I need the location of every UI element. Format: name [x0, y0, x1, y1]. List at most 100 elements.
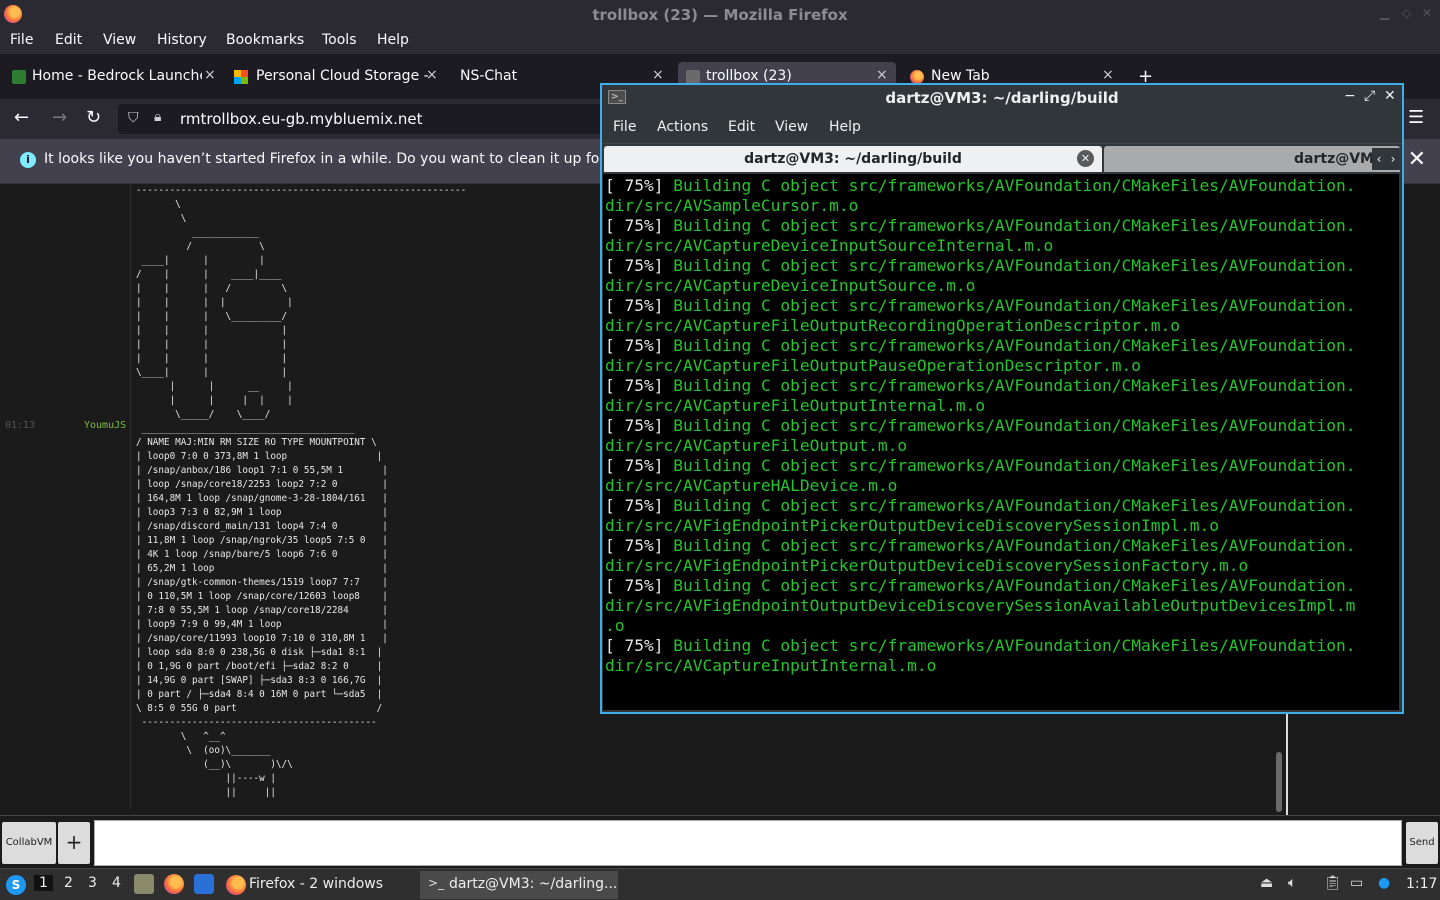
progress-prefix: [ 75%] [605, 256, 674, 275]
terminal-line: [ 75%] Building C object src/frameworks/… [605, 176, 1355, 196]
terminal-line: dir/src/AVCaptureDeviceInputSource.m.o [605, 276, 1355, 296]
tab-close-icon[interactable]: × [426, 67, 438, 83]
back-icon[interactable]: ← [14, 107, 29, 128]
tab-label: Personal Cloud Storage - [256, 68, 429, 84]
ascii-line: | loop0 7:0 0 373,8M 1 loop | [136, 451, 383, 462]
menu-edit[interactable]: Edit [55, 32, 82, 48]
terminal-minimize-icon[interactable]: − [1344, 88, 1356, 104]
notification-close-icon[interactable]: ✕ [1408, 147, 1426, 172]
tab-scroll-left-icon[interactable]: ‹ [1372, 148, 1386, 170]
workspace-3[interactable]: 3 [88, 875, 97, 891]
terminal-icon: >_ [428, 876, 445, 890]
terminal-tab-active[interactable]: dartz@VM3: ~/darling/build ✕ [604, 146, 1102, 172]
terminal-menu-view[interactable]: View [775, 119, 808, 135]
menu-help[interactable]: Help [377, 32, 409, 48]
firefox-icon [226, 875, 246, 895]
collabvm-button[interactable]: CollabVM [2, 822, 56, 864]
terminal-menu-edit[interactable]: Edit [728, 119, 755, 135]
ascii-line: | 4K 1 loop /snap/bare/5 loop6 7:6 0 | [136, 549, 388, 560]
workspace-4[interactable]: 4 [112, 875, 121, 891]
terminal-output[interactable]: [ 75%] Building C object src/frameworks/… [603, 174, 1399, 710]
build-message: Building C object src/frameworks/AVFound… [673, 576, 1356, 595]
tab-close-icon[interactable]: × [876, 67, 888, 83]
task-firefox[interactable]: Firefox - 2 windows [222, 871, 412, 899]
build-message: dir/src/AVSampleCursor.m.o [605, 196, 859, 215]
ascii-art-message: ----------------------------------------… [136, 184, 466, 800]
chat-input[interactable] [94, 820, 1402, 866]
volume-icon[interactable]: 🔈︎ [1288, 875, 1296, 891]
ascii-line: | | | | | [136, 297, 293, 308]
workspace-1[interactable]: 1 [34, 875, 53, 891]
chat-scrollbar[interactable] [1276, 752, 1282, 812]
ascii-line: \ 8:5 0 55G 0 part / [136, 703, 383, 714]
file-manager-icon[interactable] [134, 874, 154, 894]
build-message: Building C object src/frameworks/AVFound… [673, 256, 1356, 275]
tab-close-icon[interactable]: × [204, 67, 216, 83]
ascii-line: ____| | | [136, 255, 265, 266]
tab-personal-cloud[interactable]: Personal Cloud Storage - × [228, 62, 442, 92]
workspace-2[interactable]: 2 [64, 875, 73, 891]
minimize-icon[interactable]: ▁ [1380, 6, 1389, 20]
close-icon[interactable]: ✕ [1422, 6, 1432, 20]
menu-view[interactable]: View [103, 32, 136, 48]
progress-prefix: [ 75%] [605, 416, 674, 435]
ascii-line: | 164,8M 1 loop /snap/gnome-3-28-1804/16… [136, 493, 388, 504]
build-message: Building C object src/frameworks/AVFound… [673, 376, 1356, 395]
terminal-line: dir/src/AVCaptureDeviceInputSourceIntern… [605, 236, 1355, 256]
start-menu-icon[interactable]: S [6, 875, 26, 895]
terminal-line: dir/src/AVCaptureHALDevice.m.o [605, 476, 1355, 496]
terminal-line: [ 75%] Building C object src/frameworks/… [605, 376, 1355, 396]
terminal-maximize-icon[interactable]: ⤢ [1364, 88, 1375, 104]
tracking-shield-icon[interactable]: ⛉ [128, 110, 139, 126]
ascii-line: | loop3 7:3 0 82,9M 1 loop | [136, 507, 388, 518]
task-terminal[interactable]: >_ dartz@VM3: ~/darling... [420, 871, 618, 899]
progress-prefix: [ 75%] [605, 176, 674, 195]
hamburger-menu-icon[interactable]: ☰ [1408, 107, 1424, 128]
tray-lock-icon[interactable]: ⏏ [1260, 875, 1273, 891]
tab-close-icon[interactable]: × [1102, 67, 1114, 83]
terminal-menubar: File Actions Edit View Help [602, 111, 1402, 144]
terminal-tab-label: dartz@VM3: ~/darling/build [744, 151, 962, 167]
notifications-icon[interactable]: ● [1378, 875, 1390, 891]
build-message: Building C object src/frameworks/AVFound… [673, 496, 1356, 515]
build-message: dir/src/AVCaptureFileOutput.m.o [605, 436, 908, 455]
tab-home-bedrock[interactable]: Home - Bedrock Launche × [6, 62, 220, 92]
ascii-line: | 65,2M 1 loop | [136, 563, 388, 574]
message-nick[interactable]: YoumuJS [84, 420, 126, 431]
ascii-line: | | | | [136, 339, 288, 350]
lock-icon[interactable]: 🔒︎ [154, 109, 161, 125]
add-button[interactable]: + [58, 822, 90, 864]
menu-tools[interactable]: Tools [322, 32, 357, 48]
url-text[interactable]: rmtrollbox.eu-gb.mybluemix.net [180, 110, 423, 128]
reload-icon[interactable]: ↻ [86, 107, 101, 128]
forward-icon[interactable]: → [52, 107, 67, 128]
clock: 1:17 [1406, 876, 1438, 892]
send-button[interactable]: Send [1406, 822, 1438, 864]
menu-bookmarks[interactable]: Bookmarks [226, 32, 304, 48]
terminal-line: [ 75%] Building C object src/frameworks/… [605, 576, 1355, 596]
desktop-icon[interactable] [194, 874, 214, 894]
maximize-icon[interactable]: ◇ [1402, 6, 1411, 20]
ascii-line: \_____/ \____/ [136, 409, 271, 420]
terminal-line: [ 75%] Building C object src/frameworks/… [605, 296, 1355, 316]
build-message: dir/src/AVFigEndpointPickerOutputDeviceD… [605, 556, 1249, 575]
network-icon[interactable]: ▭ [1350, 875, 1363, 891]
terminal-menu-help[interactable]: Help [829, 119, 861, 135]
terminal-tab-close-icon[interactable]: ✕ [1077, 150, 1094, 167]
firefox-launcher-icon[interactable] [164, 874, 184, 894]
menu-file[interactable]: File [10, 32, 33, 48]
ascii-line: | /snap/gtk-common-themes/1519 loop7 7:7… [136, 577, 388, 588]
terminal-line: dir/src/AVCaptureFileOutput.m.o [605, 436, 1355, 456]
menu-history[interactable]: History [157, 32, 207, 48]
terminal-menu-file[interactable]: File [613, 119, 636, 135]
clipboard-icon[interactable]: 📋︎ [1324, 875, 1342, 891]
terminal-close-icon[interactable]: ✕ [1384, 88, 1396, 104]
build-message: dir/src/AVCaptureFileOutputInternal.m.o [605, 396, 986, 415]
tab-close-icon[interactable]: × [652, 67, 664, 83]
tab-scroll-right-icon[interactable]: › [1386, 148, 1400, 170]
build-message: Building C object src/frameworks/AVFound… [673, 536, 1356, 555]
terminal-line: [ 75%] Building C object src/frameworks/… [605, 496, 1355, 516]
terminal-menu-actions[interactable]: Actions [657, 119, 708, 135]
terminal-tab-second[interactable]: dartz@VM3: ~ ‹ › [1104, 146, 1400, 172]
ascii-line: | /snap/discord_main/131 loop4 7:4 0 | [136, 521, 388, 532]
